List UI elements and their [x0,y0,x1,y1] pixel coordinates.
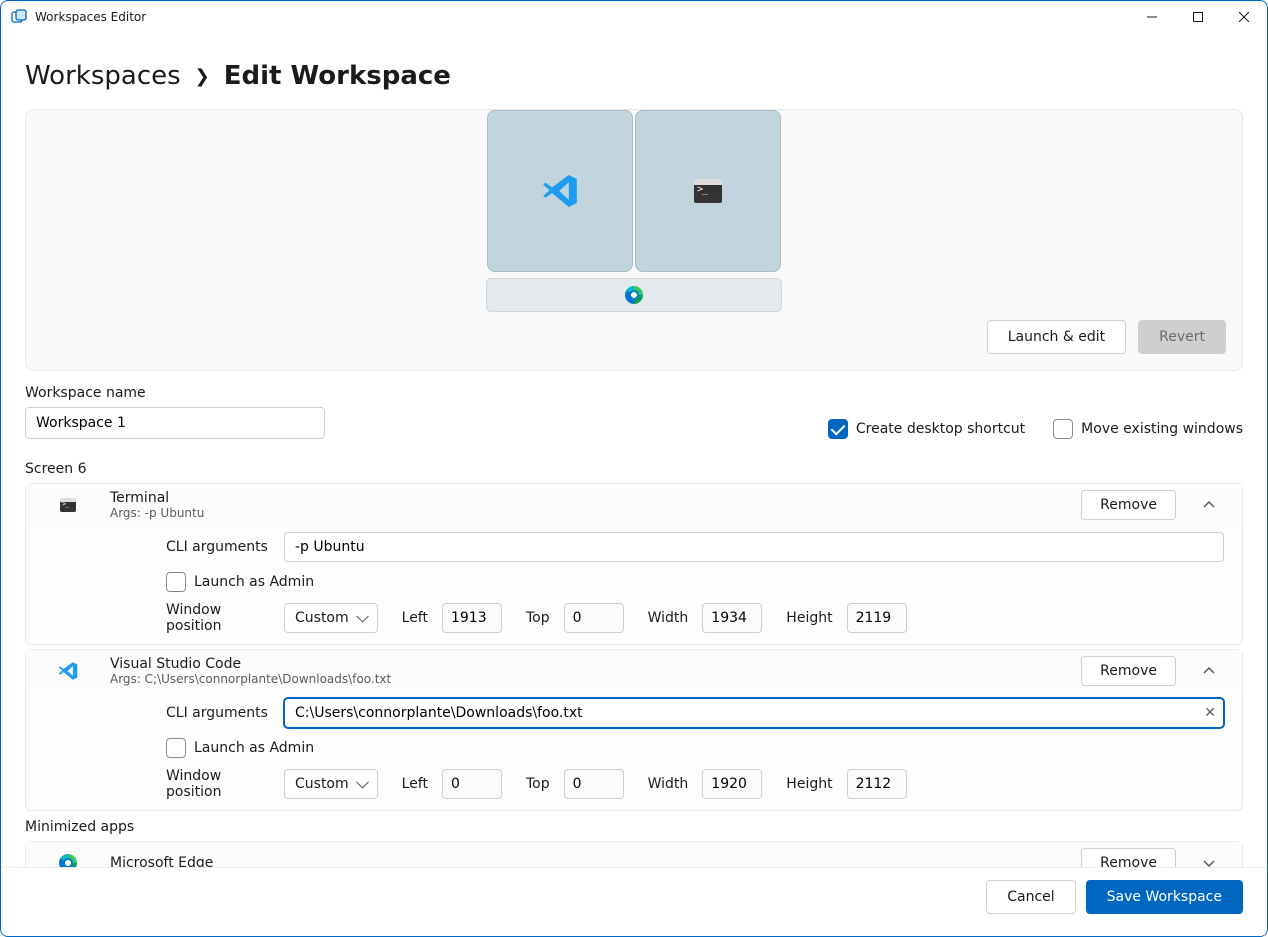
launch-admin-label: Launch as Admin [194,740,314,756]
workspace-name-input[interactable] [25,407,325,439]
remove-button[interactable]: Remove [1081,848,1176,867]
edge-icon [625,286,643,304]
left-input[interactable] [442,769,502,799]
app-body-terminal: CLI arguments Launch as Admin Window pos… [26,526,1242,644]
app-window: Workspaces Editor Workspaces ❯ Edit Work… [0,0,1268,937]
minimize-button[interactable] [1129,1,1175,33]
bottom-bar: Cancel Save Workspace [1,867,1267,936]
launch-admin-label: Launch as Admin [194,574,314,590]
chevron-down-icon [1203,857,1215,867]
breadcrumb-current: Edit Workspace [224,61,451,91]
app-title: Microsoft Edge [110,855,1063,867]
preview-taskbar[interactable] [486,278,782,312]
titlebar-title: Workspaces Editor [35,10,146,24]
height-label: Height [786,610,832,626]
terminal-icon [44,498,92,512]
create-shortcut-label: Create desktop shortcut [856,421,1025,437]
minimized-section-label: Minimized apps [25,819,1243,835]
remove-button[interactable]: Remove [1081,490,1176,520]
cli-args-input[interactable] [284,532,1224,562]
app-title: Terminal [110,490,1063,506]
breadcrumb: Workspaces ❯ Edit Workspace [1,33,1267,109]
left-label: Left [402,776,428,792]
window-position-label: Window position [166,602,270,634]
app-header-terminal[interactable]: Terminal Args: -p Ubuntu Remove [26,484,1242,526]
titlebar: Workspaces Editor [1,1,1267,33]
vscode-icon [540,171,580,211]
width-input[interactable] [702,603,762,633]
cancel-button[interactable]: Cancel [986,880,1075,914]
app-header-vscode[interactable]: Visual Studio Code Args: C;\Users\connor… [26,650,1242,692]
window-position-label: Window position [166,768,270,800]
launch-admin-option[interactable]: Launch as Admin [166,738,1224,758]
height-input[interactable] [847,769,907,799]
top-input[interactable] [564,769,624,799]
chevron-right-icon: ❯ [195,66,210,87]
close-button[interactable] [1221,1,1267,33]
window-controls [1129,1,1267,33]
app-body-vscode: CLI arguments ✕ Launch as Admin Window p… [26,692,1242,810]
app-header-edge[interactable]: Microsoft Edge Remove [26,842,1242,867]
move-existing-option[interactable]: Move existing windows [1053,419,1243,439]
preview-tiles [486,110,782,272]
save-workspace-button[interactable]: Save Workspace [1086,880,1243,914]
app-title: Visual Studio Code [110,656,1063,672]
left-input[interactable] [442,603,502,633]
height-input[interactable] [847,603,907,633]
app-icon [11,9,27,25]
launch-admin-checkbox[interactable] [166,572,186,592]
top-label: Top [526,776,550,792]
create-shortcut-option[interactable]: Create desktop shortcut [828,419,1025,439]
app-card-edge: Microsoft Edge Remove [25,841,1243,867]
expand-toggle[interactable] [1194,848,1224,867]
preview-tile-vscode[interactable] [487,110,633,272]
revert-button: Revert [1138,320,1226,354]
launch-edit-button[interactable]: Launch & edit [987,320,1126,354]
workspace-name-label: Workspace name [25,385,1243,401]
edge-icon [44,854,92,867]
position-mode-select[interactable]: Custom [284,603,378,633]
left-label: Left [402,610,428,626]
app-subtitle: Args: -p Ubuntu [110,506,1063,520]
chevron-up-icon [1203,499,1215,511]
launch-admin-checkbox[interactable] [166,738,186,758]
cli-args-input[interactable] [284,698,1224,728]
app-card-terminal: Terminal Args: -p Ubuntu Remove CLI argu… [25,483,1243,645]
width-label: Width [648,776,689,792]
height-label: Height [786,776,832,792]
top-input[interactable] [564,603,624,633]
layout-preview-panel: Launch & edit Revert [25,109,1243,371]
chevron-up-icon [1203,665,1215,677]
position-mode-select[interactable]: Custom [284,769,378,799]
app-subtitle: Args: C;\Users\connorplante\Downloads\fo… [110,672,1063,686]
create-shortcut-checkbox[interactable] [828,419,848,439]
collapse-toggle[interactable] [1194,490,1224,520]
breadcrumb-root[interactable]: Workspaces [25,61,181,91]
cli-args-label: CLI arguments [166,539,270,555]
collapse-toggle[interactable] [1194,656,1224,686]
launch-admin-option[interactable]: Launch as Admin [166,572,1224,592]
width-label: Width [648,610,689,626]
maximize-button[interactable] [1175,1,1221,33]
move-existing-label: Move existing windows [1081,421,1243,437]
remove-button[interactable]: Remove [1081,656,1176,686]
preview-tile-terminal[interactable] [635,110,781,272]
clear-input-icon[interactable]: ✕ [1204,705,1216,721]
top-label: Top [526,610,550,626]
cli-args-label: CLI arguments [166,705,270,721]
screen-section-label: Screen 6 [25,461,1243,477]
vscode-icon [44,660,92,682]
width-input[interactable] [702,769,762,799]
move-existing-checkbox[interactable] [1053,419,1073,439]
terminal-icon [694,179,722,203]
app-card-vscode: Visual Studio Code Args: C;\Users\connor… [25,649,1243,811]
